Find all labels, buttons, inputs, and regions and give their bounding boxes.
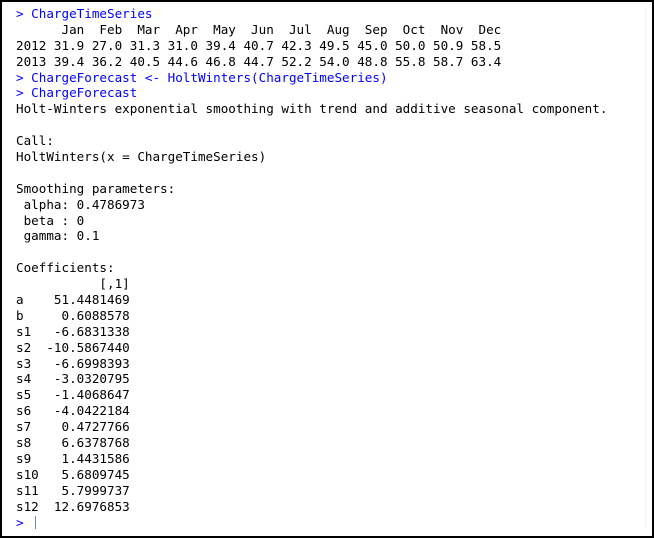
console-input-line: > ChargeForecast	[16, 85, 138, 101]
console-prompt: >	[16, 514, 32, 530]
console-output-line: Holt-Winters exponential smoothing with …	[16, 101, 608, 117]
console-output-line: s9 1.4431586	[16, 450, 130, 466]
console-output-line: beta : 0	[16, 212, 85, 228]
console-output-line: [,1]	[16, 276, 130, 292]
console-output-line: a 51.4481469	[16, 292, 130, 308]
console-right-edge	[645, 8, 646, 528]
console-output-line: gamma: 0.1	[16, 228, 100, 244]
console-output-line: s6 -4.0422184	[16, 403, 130, 419]
console-output-line: s4 -3.0320795	[16, 371, 130, 387]
console-output-line: s12 12.6976853	[16, 498, 130, 514]
console-output-line: 2012 31.9 27.0 31.3 31.0 39.4 40.7 42.3 …	[16, 37, 502, 53]
console-input-line: > ChargeTimeSeries	[16, 6, 153, 21]
console-output-line: s8 6.6378768	[16, 435, 130, 451]
console-output-line: s2 -10.5867440	[16, 339, 130, 355]
console-output-line: Call:	[16, 133, 54, 149]
console-output-line: s5 -1.4068647	[16, 387, 130, 403]
console-input-line: > ChargeForecast <- HoltWinters(ChargeTi…	[16, 69, 388, 85]
r-console-window: > ChargeTimeSeries Jan Feb Mar Apr May J…	[0, 0, 654, 538]
text-caret	[35, 515, 37, 529]
console-output-line: 2013 39.4 36.2 40.5 44.6 46.8 44.7 52.2 …	[16, 53, 502, 69]
console-output-line: Jan Feb Mar Apr May Jun Jul Aug Sep Oct …	[16, 21, 502, 37]
r-console-output[interactable]: > ChargeTimeSeries Jan Feb Mar Apr May J…	[16, 6, 644, 530]
console-output-line: HoltWinters(x = ChargeTimeSeries)	[16, 149, 267, 165]
console-output-line: b 0.6088578	[16, 307, 130, 323]
console-output-line: s11 5.7999737	[16, 482, 130, 498]
console-output-line: s3 -6.6998393	[16, 355, 130, 371]
console-output-line: s1 -6.6831338	[16, 323, 130, 339]
console-output-line: s7 0.4727766	[16, 419, 130, 435]
console-output-line: Coefficients:	[16, 260, 115, 276]
console-output-line: s10 5.6809745	[16, 466, 130, 482]
console-output-line: alpha: 0.4786973	[16, 196, 145, 212]
console-prompt-line[interactable]: >	[16, 515, 644, 531]
console-output-line: Smoothing parameters:	[16, 180, 176, 196]
